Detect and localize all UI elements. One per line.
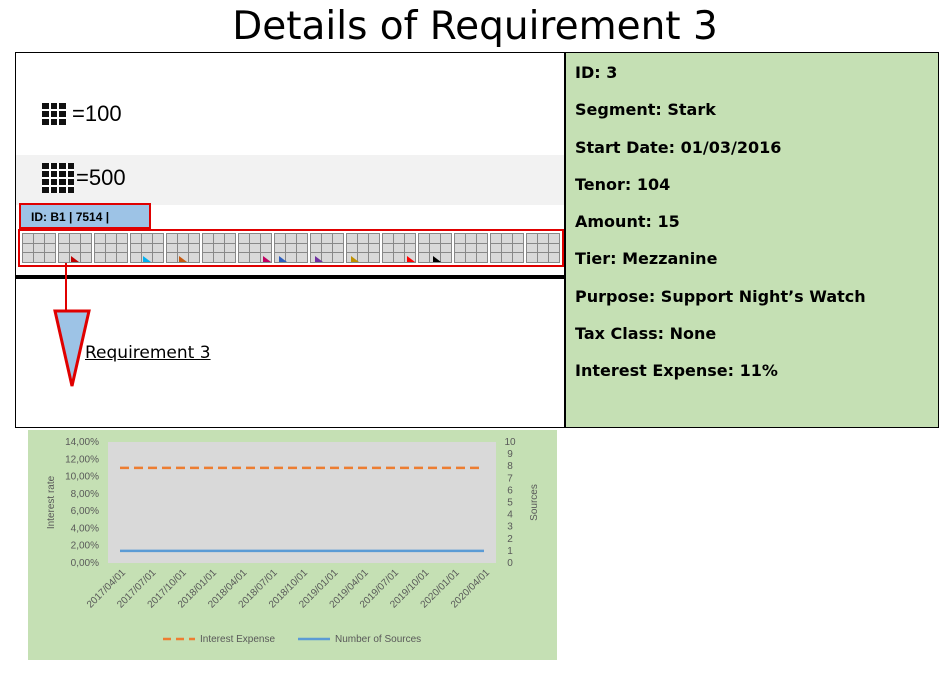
legend-label: Number of Sources [335, 634, 421, 645]
y2-tick-label: 5 [507, 498, 513, 509]
y-tick-label: 14,00% [65, 437, 99, 448]
y2-tick-label: 9 [507, 449, 513, 460]
detail-tenor: Tenor: 104 [575, 174, 671, 194]
y2-tick-label: 3 [507, 522, 513, 533]
legend-label: Interest Expense [200, 634, 275, 645]
y-tick-label: 10,00% [65, 472, 99, 483]
requirement-link[interactable]: Requirement 3 [85, 343, 211, 363]
y2-tick-label: 8 [507, 461, 513, 472]
y2-tick-label: 0 [507, 558, 513, 569]
detail-tier: Tier: Mezzanine [575, 249, 718, 269]
detail-amount: Amount: 15 [575, 212, 680, 232]
plot-area [108, 442, 496, 563]
y-axis-label: Interest rate [46, 475, 57, 529]
y-tick-label: 8,00% [71, 489, 99, 500]
detail-purpose: Purpose: Support Night’s Watch [575, 286, 866, 306]
y-tick-label: 2,00% [71, 541, 99, 552]
y-tick-label: 6,00% [71, 506, 99, 517]
detail-segment: Segment: Stark [575, 100, 716, 120]
chart-svg: 0,00% 2,00% 4,00% 6,00% 8,00% 10,00% 12,00% 14,… [46, 437, 540, 645]
arrow-graphic [53, 263, 91, 387]
detail-interest-expense: Interest Expense: 11% [575, 361, 778, 381]
y-tick-label: 0,00% [71, 558, 99, 569]
page-title: Details of Requirement 3 [232, 4, 718, 49]
details-panel: ID: 3 Segment: Stark Start Date: 01/03/2… [565, 52, 939, 428]
detail-start-date: Start Date: 01/03/2016 [575, 137, 782, 157]
y2-tick-label: 1 [507, 546, 513, 557]
y-tick-label: 12,00% [65, 454, 99, 465]
y2-axis-label: Sources [529, 484, 540, 521]
detail-id: ID: 3 [575, 63, 618, 82]
interest-chart: 0,00% 2,00% 4,00% 6,00% 8,00% 10,00% 12,00% 14,… [28, 430, 557, 660]
y2-tick-label: 7 [507, 473, 513, 484]
y2-tick-label: 10 [504, 437, 516, 448]
y2-tick-label: 6 [507, 485, 513, 496]
y-tick-label: 4,00% [71, 523, 99, 534]
y2-tick-label: 2 [507, 534, 513, 545]
requirement-diagram-panel: =100 =500 ID: B1 | 7514 | Requirement 3 [15, 52, 565, 428]
y2-tick-label: 4 [507, 510, 513, 521]
arrow-head-icon [53, 309, 91, 387]
detail-tax-class: Tax Class: None [575, 324, 717, 344]
